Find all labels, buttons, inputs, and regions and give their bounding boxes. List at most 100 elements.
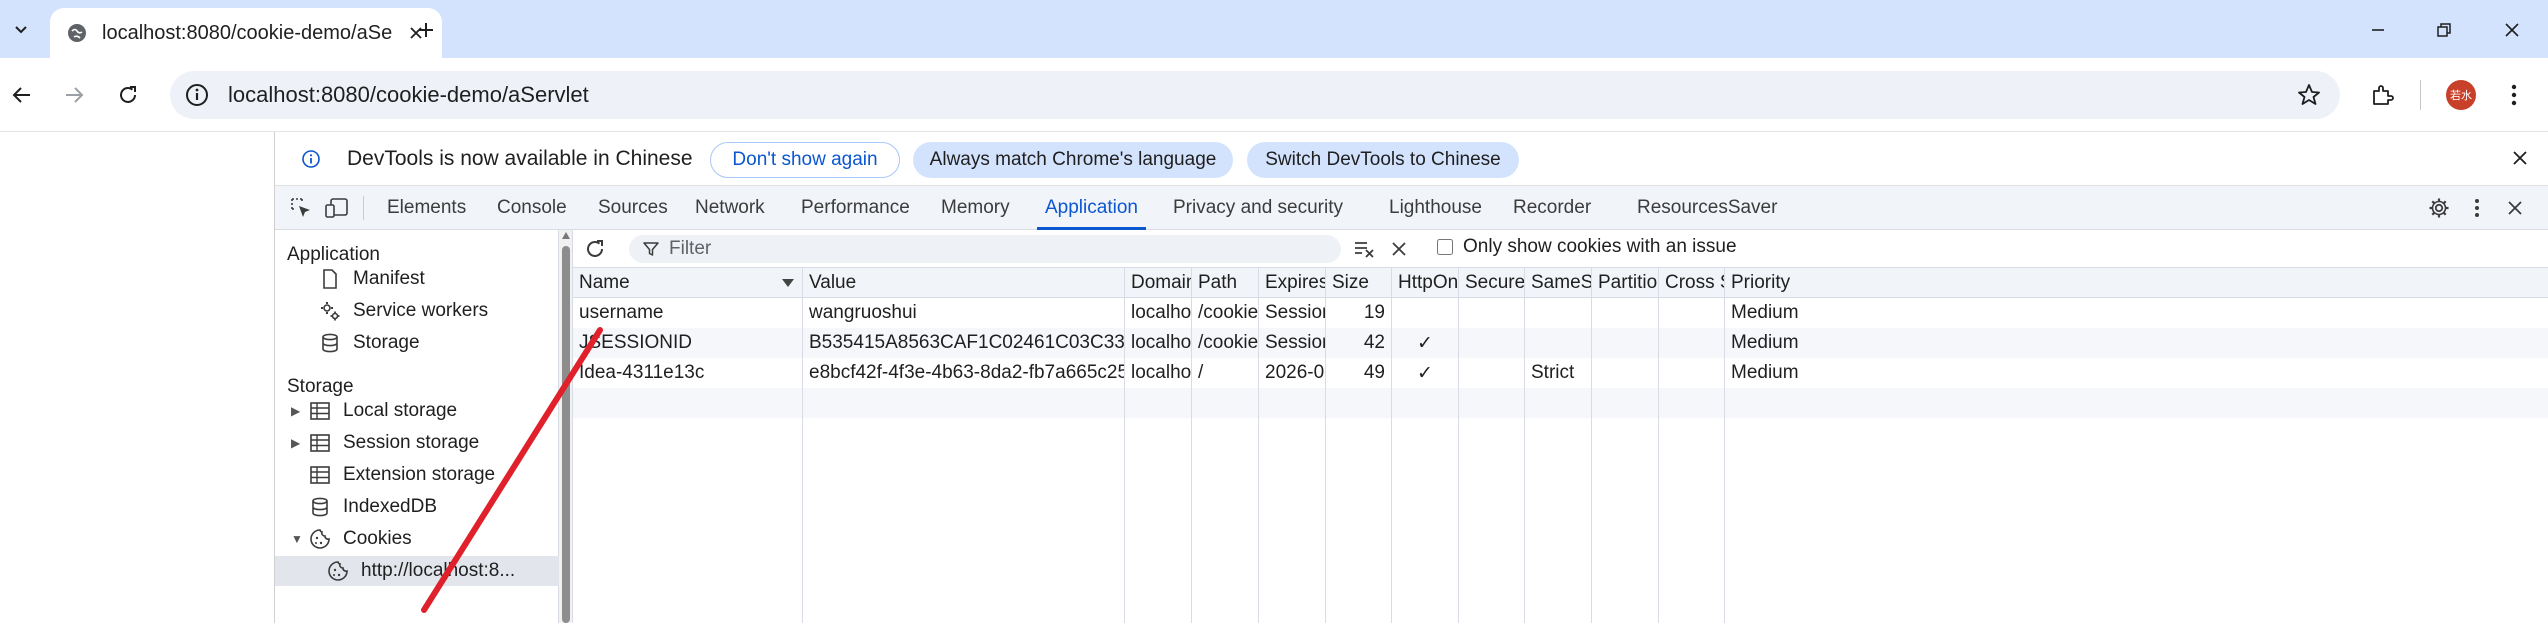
cell-samesite[interactable] <box>1525 328 1592 358</box>
cell-httponly[interactable]: ✓ <box>1392 358 1459 388</box>
cell-samesite[interactable]: Strict <box>1525 358 1592 388</box>
scrollbar-thumb[interactable] <box>562 246 570 623</box>
table-row[interactable]: JSESSIONID B535415A8563CAF1C02461C03C33B… <box>573 328 2548 358</box>
column-header-value[interactable]: Value <box>803 268 1125 298</box>
cell-secure[interactable] <box>1459 358 1525 388</box>
tab-resourcessaver[interactable]: ResourcesSaver <box>1637 186 1777 230</box>
cell-httponly[interactable]: ✓ <box>1392 328 1459 358</box>
tab-application[interactable]: Application <box>1037 186 1146 230</box>
always-match-language-button[interactable]: Always match Chrome's language <box>913 142 1233 178</box>
tab-recorder[interactable]: Recorder <box>1513 186 1591 230</box>
address-bar[interactable]: localhost:8080/cookie-demo/aServlet <box>170 71 2340 119</box>
chrome-menu-button[interactable] <box>2496 77 2532 113</box>
bookmark-star-icon[interactable] <box>2296 82 2322 108</box>
tab-console[interactable]: Console <box>497 186 567 230</box>
cell-priority[interactable]: Medium <box>1725 358 2548 388</box>
column-header-partition[interactable]: Partition ... <box>1592 268 1659 298</box>
scroll-up-arrow-icon[interactable] <box>562 232 570 239</box>
cell-name[interactable]: Idea-4311e13c <box>573 358 803 388</box>
sidebar-item-extension-storage[interactable]: Extension storage <box>309 460 495 490</box>
close-window-button[interactable] <box>2492 14 2532 46</box>
clear-all-cookies-icon[interactable] <box>1353 237 1377 261</box>
new-tab-button[interactable] <box>410 14 442 46</box>
cookie-filter[interactable] <box>629 235 1341 263</box>
site-info-icon[interactable] <box>184 82 210 108</box>
cell-expires[interactable]: Session <box>1259 328 1326 358</box>
expand-arrow-icon[interactable]: ▶ <box>291 404 303 418</box>
sidebar-item-local-storage[interactable]: ▶ Local storage <box>291 396 457 426</box>
expand-arrow-icon[interactable]: ▶ <box>291 436 303 450</box>
tab-sources[interactable]: Sources <box>598 186 668 230</box>
column-header-name[interactable]: Name <box>573 268 803 298</box>
sidebar-item-cookies[interactable]: ▼ Cookies <box>291 524 412 554</box>
url-text[interactable]: localhost:8080/cookie-demo/aServlet <box>228 82 589 108</box>
banner-close-icon[interactable] <box>2509 147 2531 169</box>
cell-domain[interactable]: localhost <box>1125 328 1192 358</box>
only-issues-toggle[interactable]: Only show cookies with an issue <box>1437 236 1737 258</box>
cell-priority[interactable]: Medium <box>1725 328 2548 358</box>
cell-secure[interactable] <box>1459 328 1525 358</box>
tab-performance[interactable]: Performance <box>801 186 910 230</box>
cell-domain[interactable]: localhost <box>1125 298 1192 328</box>
switch-to-chinese-button[interactable]: Switch DevTools to Chinese <box>1247 142 1519 178</box>
inspect-element-icon[interactable] <box>289 196 313 220</box>
table-row[interactable]: Idea-4311e13c e8bcf42f-4f3e-4b63-8da2-fb… <box>573 358 2548 388</box>
column-header-cross-site[interactable]: Cross Site <box>1659 268 1725 298</box>
filter-input[interactable] <box>669 238 1329 260</box>
sidebar-item-session-storage[interactable]: ▶ Session storage <box>291 428 479 458</box>
cell-partition[interactable] <box>1592 328 1659 358</box>
sidebar-item-service-workers[interactable]: Service workers <box>319 296 488 326</box>
cell-path[interactable]: / <box>1192 358 1259 388</box>
sidebar-scrollbar[interactable] <box>559 230 573 623</box>
back-button[interactable] <box>4 77 40 113</box>
cell-secure[interactable] <box>1459 298 1525 328</box>
forward-button[interactable] <box>56 77 92 113</box>
devtools-menu-icon[interactable] <box>2465 196 2489 220</box>
reload-button[interactable] <box>110 77 146 113</box>
extensions-button[interactable] <box>2364 77 2400 113</box>
restore-button[interactable] <box>2424 14 2464 46</box>
cell-priority[interactable]: Medium <box>1725 298 2548 328</box>
cell-domain[interactable]: localhost <box>1125 358 1192 388</box>
devtools-close-icon[interactable] <box>2503 196 2527 220</box>
cell-httponly[interactable] <box>1392 298 1459 328</box>
tab-memory[interactable]: Memory <box>941 186 1010 230</box>
device-toolbar-icon[interactable] <box>325 196 349 220</box>
devtools-settings-icon[interactable] <box>2427 196 2451 220</box>
cell-expires[interactable]: 2026-08-... <box>1259 358 1326 388</box>
browser-tab[interactable]: localhost:8080/cookie-demo/aServlet <box>50 8 442 58</box>
tab-elements[interactable]: Elements <box>387 186 466 230</box>
column-header-secure[interactable]: Secure <box>1459 268 1525 298</box>
column-header-httponly[interactable]: HttpOnly <box>1392 268 1459 298</box>
cell-name[interactable]: username <box>573 298 803 328</box>
profile-avatar[interactable]: 若水 <box>2446 80 2476 110</box>
tab-network[interactable]: Network <box>695 186 765 230</box>
cell-path[interactable]: /cookie-... <box>1192 328 1259 358</box>
sidebar-item-indexeddb[interactable]: IndexedDB <box>309 492 437 522</box>
cell-expires[interactable]: Session <box>1259 298 1326 328</box>
column-header-path[interactable]: Path <box>1192 268 1259 298</box>
sidebar-item-storage[interactable]: Storage <box>319 328 420 358</box>
cell-partition[interactable] <box>1592 358 1659 388</box>
tab-privacy-security[interactable]: Privacy and security <box>1173 186 1343 230</box>
only-issues-checkbox[interactable] <box>1437 239 1453 255</box>
tab-lighthouse[interactable]: Lighthouse <box>1389 186 1482 230</box>
column-header-size[interactable]: Size <box>1326 268 1392 298</box>
cell-samesite[interactable] <box>1525 298 1592 328</box>
collapse-arrow-icon[interactable]: ▼ <box>291 532 303 546</box>
cell-path[interactable]: /cookie-... <box>1192 298 1259 328</box>
column-header-samesite[interactable]: SameSite <box>1525 268 1592 298</box>
column-header-expires[interactable]: Expires / ... <box>1259 268 1326 298</box>
column-header-priority[interactable]: Priority <box>1725 268 2548 298</box>
dont-show-again-button[interactable]: Don't show again <box>710 142 900 178</box>
tab-search-button[interactable] <box>6 14 36 44</box>
cell-value[interactable]: B535415A8563CAF1C02461C03C33BBDE <box>803 328 1125 358</box>
sidebar-item-cookie-origin[interactable]: http://localhost:8... <box>275 556 559 586</box>
minimize-button[interactable] <box>2358 14 2398 46</box>
cell-name[interactable]: JSESSIONID <box>573 328 803 358</box>
sidebar-item-manifest[interactable]: Manifest <box>319 264 425 294</box>
table-row[interactable]: username wangruoshui localhost /cookie-.… <box>573 298 2548 328</box>
column-header-domain[interactable]: Domain <box>1125 268 1192 298</box>
cell-value[interactable]: wangruoshui <box>803 298 1125 328</box>
refresh-icon[interactable] <box>583 237 607 261</box>
